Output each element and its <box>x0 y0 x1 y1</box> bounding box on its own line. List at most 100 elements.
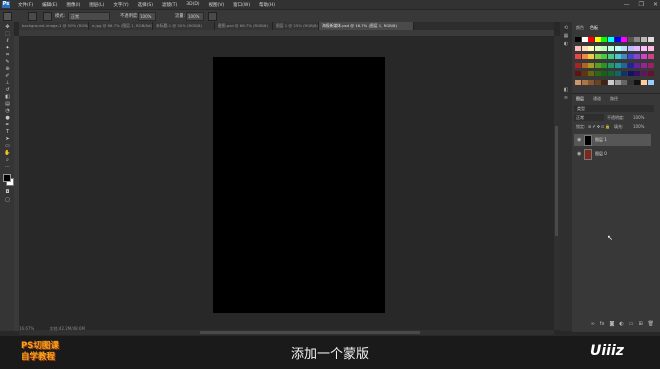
blur-tool-icon[interactable]: ◔ <box>4 109 11 114</box>
menu-3d[interactable]: 3D(D) <box>186 2 199 7</box>
swatch[interactable] <box>608 62 614 68</box>
swatch[interactable] <box>594 79 601 85</box>
properties-panel-icon[interactable]: ▦ <box>563 34 569 39</box>
rectangle-tool-icon[interactable]: ▭ <box>4 144 11 149</box>
swatch[interactable] <box>601 45 608 51</box>
visibility-eye-icon[interactable]: ◉ <box>577 137 581 143</box>
swatch[interactable] <box>621 79 628 85</box>
lock-icons[interactable]: ⊞✐✥⊡🔒 <box>588 124 611 129</box>
swatch[interactable] <box>627 79 634 85</box>
quick-mask-icon[interactable]: ◘ <box>4 190 11 195</box>
swatch[interactable] <box>588 71 595 76</box>
swatch[interactable] <box>575 45 581 51</box>
close-icon[interactable]: ✕ <box>653 1 658 8</box>
new-group-icon[interactable]: ▭ <box>629 321 634 327</box>
swatch[interactable] <box>647 37 654 42</box>
swatch[interactable] <box>581 37 588 42</box>
type-tool-icon[interactable]: T <box>4 130 11 135</box>
swatch[interactable] <box>601 62 608 68</box>
swatch[interactable] <box>581 79 588 85</box>
swatch[interactable] <box>588 45 595 51</box>
history-panel-icon[interactable]: ⟲ <box>563 26 569 31</box>
document-canvas[interactable] <box>213 57 385 313</box>
menu-filter[interactable]: 滤镜(T) <box>162 2 177 8</box>
tab-channels[interactable]: 通道 <box>593 96 601 102</box>
zoom-level[interactable]: 16.67% <box>19 326 34 331</box>
document-tab[interactable]: 未标题-1 @ 50% (RGB/8) <box>153 22 215 30</box>
swatch[interactable] <box>575 79 581 85</box>
swatch[interactable] <box>641 71 647 76</box>
document-tab-active[interactable]: 海报新媒体.psd @ 16.7% (图层 1, RGB/8) <box>319 22 414 30</box>
swatch[interactable] <box>601 37 608 42</box>
swatch[interactable] <box>634 62 641 68</box>
tab-paths[interactable]: 路径 <box>610 96 618 102</box>
menu-edit[interactable]: 编辑(E) <box>42 2 57 8</box>
tab-swatches[interactable]: 色板 <box>590 25 598 31</box>
swatch[interactable] <box>581 54 588 59</box>
menu-image[interactable]: 图像(I) <box>66 2 80 8</box>
brush-tool-icon[interactable]: ✐ <box>4 74 11 79</box>
swatch[interactable] <box>627 71 634 76</box>
document-tab[interactable]: background-image-1 @ 50% (RGB/8) <box>19 22 89 30</box>
gradient-tool-icon[interactable]: ▤ <box>4 102 11 107</box>
airbrush-icon[interactable] <box>208 12 217 21</box>
swatch[interactable] <box>581 45 588 51</box>
swatch[interactable] <box>601 54 608 59</box>
flow-field[interactable]: 100% <box>186 12 204 21</box>
swatch[interactable] <box>614 71 621 76</box>
swatch[interactable] <box>614 45 621 51</box>
minimize-icon[interactable]: — <box>624 1 630 8</box>
swatch[interactable] <box>641 62 647 68</box>
layer-filter-bar[interactable]: 类型 <box>574 105 654 112</box>
swatch[interactable] <box>594 62 601 68</box>
lasso-tool-icon[interactable]: ℓ <box>4 39 11 44</box>
swatch[interactable] <box>647 45 654 51</box>
fill-value[interactable]: 100% <box>633 124 644 129</box>
layer-row-selected[interactable]: ◉ 图层 1 <box>574 134 651 146</box>
document-tab[interactable]: a.jpg @ 66.7% (图层 1, RGB/8#) <box>89 22 153 30</box>
layer-style-icon[interactable]: fx <box>600 321 605 327</box>
swatch[interactable] <box>647 62 654 68</box>
swatch[interactable] <box>581 62 588 68</box>
swatch[interactable] <box>634 79 641 85</box>
swatch[interactable] <box>588 79 595 85</box>
menu-window[interactable]: 窗口(W) <box>233 2 250 8</box>
visibility-eye-icon[interactable]: ◉ <box>577 151 581 157</box>
restore-icon[interactable]: ❐ <box>639 1 644 8</box>
swatch[interactable] <box>608 37 614 42</box>
link-layers-icon[interactable]: ∞ <box>591 321 595 327</box>
swatch[interactable] <box>581 71 588 76</box>
swatch[interactable] <box>608 79 614 85</box>
document-tab[interactable]: 图层 1 @ 25% (RGB/8) <box>273 22 319 30</box>
swatch[interactable] <box>634 54 641 59</box>
add-mask-icon[interactable]: ◙ <box>609 321 614 327</box>
swatch[interactable] <box>575 71 581 76</box>
brush-panel-icon[interactable] <box>43 12 52 21</box>
tab-color[interactable]: 颜色 <box>576 25 584 31</box>
foreground-color-swatch-front[interactable] <box>3 174 11 182</box>
opacity-field[interactable]: 100% <box>138 12 156 21</box>
dodge-tool-icon[interactable]: ● <box>4 116 11 121</box>
swatch[interactable] <box>608 45 614 51</box>
mode-select[interactable]: 正常 <box>68 12 110 21</box>
pen-tool-icon[interactable]: ✒ <box>4 123 11 128</box>
swatch[interactable] <box>614 62 621 68</box>
swatch[interactable] <box>647 79 654 85</box>
eraser-tool-icon[interactable]: ◧ <box>4 95 11 100</box>
healing-brush-tool-icon[interactable]: ⊕ <box>4 67 11 72</box>
swatch[interactable] <box>634 45 641 51</box>
horizontal-scrollbar-thumb[interactable] <box>200 331 420 334</box>
menu-select[interactable]: 选择(S) <box>138 2 153 8</box>
swatch[interactable] <box>588 54 595 59</box>
swatch[interactable] <box>594 45 601 51</box>
swatch[interactable] <box>588 62 595 68</box>
swatch[interactable] <box>634 71 641 76</box>
swatch[interactable] <box>614 54 621 59</box>
crop-tool-icon[interactable]: ⌗ <box>4 53 11 58</box>
delete-layer-icon[interactable]: 🗑 <box>648 321 654 327</box>
path-selection-tool-icon[interactable]: ➤ <box>4 137 11 142</box>
document-tab[interactable]: 截图.psd @ 66.7% (RGB/8) <box>215 22 273 30</box>
new-layer-icon[interactable]: ⊞ <box>638 321 642 327</box>
swatch[interactable] <box>641 54 647 59</box>
layer-row[interactable]: ◉ 图层 0 <box>574 148 651 160</box>
